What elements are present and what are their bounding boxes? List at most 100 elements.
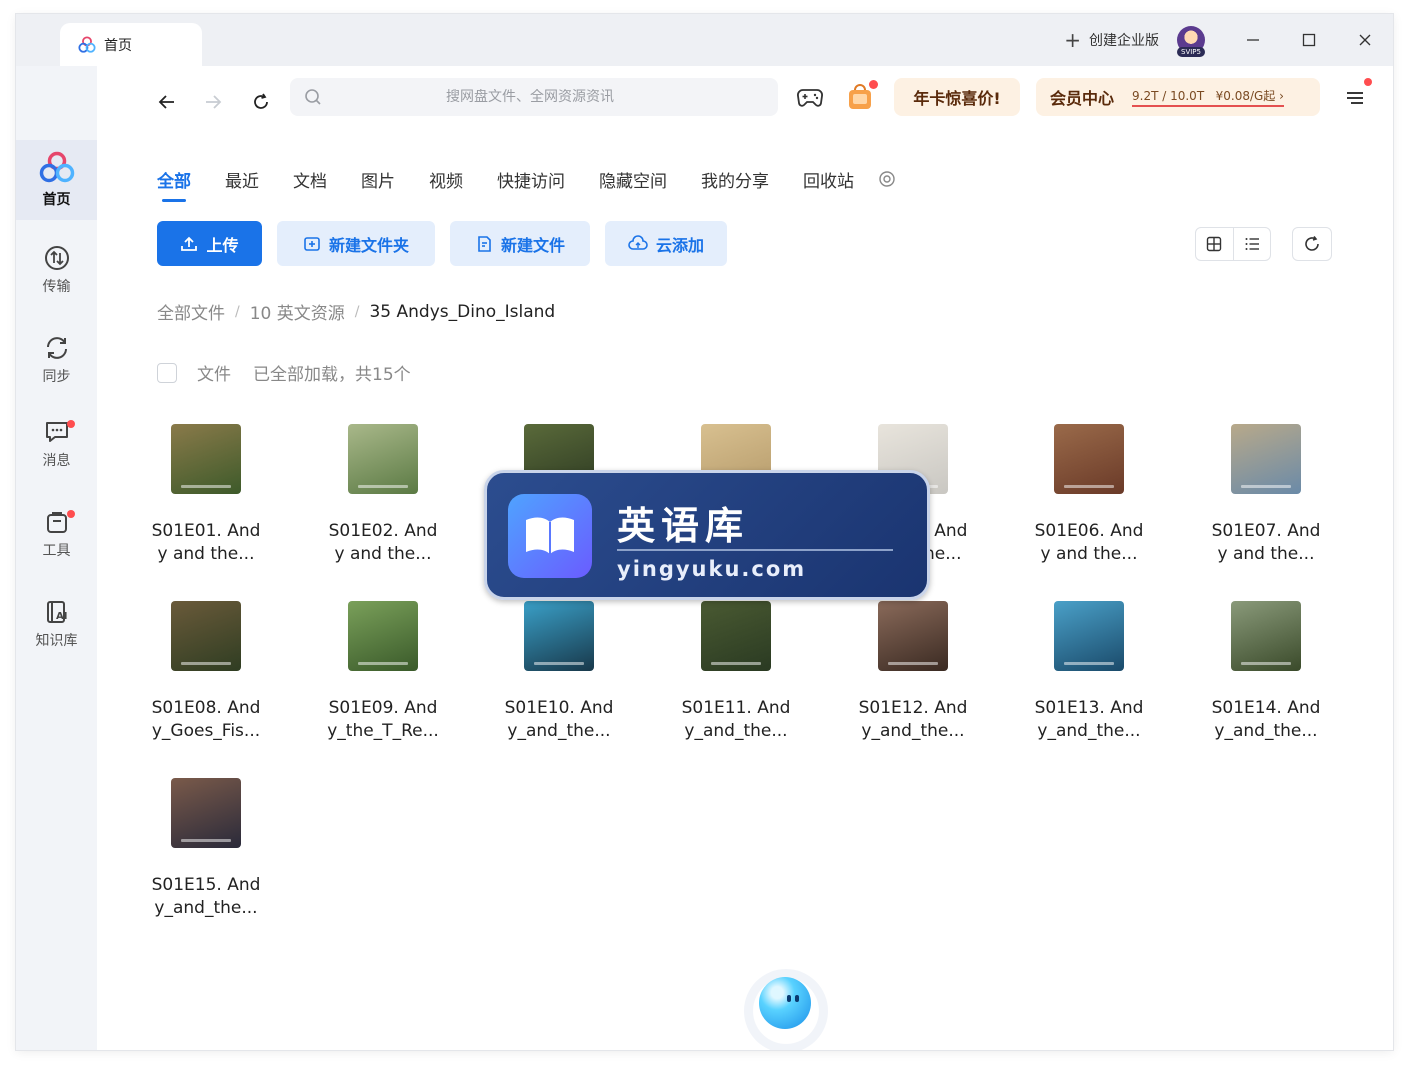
game-button[interactable] <box>794 82 826 114</box>
video-thumbnail <box>171 778 241 848</box>
list-view-icon <box>1245 238 1259 250</box>
load-status: 已全部加载，共15个 <box>253 365 411 385</box>
refresh-nav-button[interactable] <box>245 82 277 122</box>
file-item[interactable]: S01E13. And y_and_the... <box>1029 601 1149 743</box>
new-file-button[interactable]: 新建文件 <box>450 221 590 266</box>
sidebar-item-label: 消息 <box>42 453 71 469</box>
search-input[interactable] <box>322 89 778 105</box>
menu-icon <box>1347 92 1363 104</box>
select-all-checkbox[interactable] <box>157 362 177 383</box>
sidebar-item-knowledge[interactable]: AI 知识库 <box>16 584 97 664</box>
sidebar-item-home[interactable]: 首页 <box>16 140 97 220</box>
sync-icon <box>46 337 67 359</box>
notification-dot <box>67 420 75 428</box>
tab-home[interactable]: 首页 <box>60 23 202 66</box>
cloud-upload-icon <box>628 234 648 250</box>
tab-my-shares[interactable]: 我的分享 <box>701 167 769 192</box>
file-item[interactable]: S01E06. And y and the... <box>1029 424 1149 566</box>
file-item[interactable]: S01E14. And y_and_the... <box>1206 601 1326 743</box>
storage-usage: 9.2T / 10.0T ¥0.08/G起 › <box>1132 87 1284 107</box>
video-thumbnail <box>348 601 418 671</box>
minimize-button[interactable] <box>1225 14 1281 66</box>
file-name: S01E06. And y and the... <box>1034 521 1144 564</box>
notification-dot <box>67 510 75 518</box>
tab-recent[interactable]: 最近 <box>225 167 259 192</box>
file-name: S01E15. And y_and_the... <box>151 875 261 918</box>
video-thumbnail <box>1231 601 1301 671</box>
menu-button[interactable] <box>1340 78 1372 114</box>
breadcrumb: 全部文件 / 10 英文资源 / 35 Andys_Dino_Island <box>157 299 555 325</box>
watermark-title: 英语库 <box>617 504 750 548</box>
file-name: S01E07. And y and the... <box>1211 521 1321 564</box>
category-tabs: 全部 最近 文档 图片 视频 快捷访问 隐藏空间 我的分享 回收站 <box>157 164 896 202</box>
video-thumbnail <box>1054 424 1124 494</box>
notification-dot <box>869 80 878 89</box>
tab-settings-icon[interactable] <box>878 170 896 188</box>
file-header-label: 文件 <box>197 365 231 385</box>
sidebar-item-transfer[interactable]: 传输 <box>16 230 97 310</box>
forward-button[interactable] <box>197 82 229 122</box>
grid-view-icon <box>1207 236 1222 252</box>
maximize-button[interactable] <box>1281 14 1337 66</box>
video-thumbnail <box>348 424 418 494</box>
file-list-header: 文件 已全部加载，共15个 <box>157 360 411 385</box>
avatar[interactable]: SVIP5 <box>1177 26 1205 57</box>
file-item[interactable]: S01E10. And y_and_the... <box>499 601 619 743</box>
tab-images[interactable]: 图片 <box>361 167 395 192</box>
file-item[interactable]: S01E09. And y_the_T_Re... <box>323 601 443 743</box>
upload-icon <box>181 236 198 251</box>
notification-dot <box>1364 78 1372 86</box>
cloud-add-button[interactable]: 云添加 <box>605 221 727 266</box>
file-item[interactable]: S01E08. And y_Goes_Fis... <box>146 601 266 743</box>
refresh-button[interactable] <box>1292 227 1332 261</box>
video-thumbnail <box>524 601 594 671</box>
tab-all[interactable]: 全部 <box>157 167 191 202</box>
tab-videos[interactable]: 视频 <box>429 167 463 192</box>
file-item[interactable]: S01E07. And y and the... <box>1206 424 1326 566</box>
grid-view-button[interactable] <box>1196 228 1234 260</box>
file-item[interactable]: S01E01. And y and the... <box>146 424 266 566</box>
arrow-right-icon <box>206 95 222 109</box>
file-item[interactable]: S01E02. And y and the... <box>323 424 443 566</box>
close-icon <box>1359 34 1371 46</box>
sidebar-item-tools[interactable]: 工具 <box>16 494 97 574</box>
maximize-icon <box>1302 33 1316 47</box>
search-bar[interactable] <box>290 78 778 116</box>
file-name: S01E02. And y and the... <box>328 521 438 564</box>
new-folder-button[interactable]: 新建文件夹 <box>277 221 435 266</box>
video-thumbnail <box>171 424 241 494</box>
sidebar: 首页 传输 同步 消息 工具 AI 知识库 <box>16 66 97 1050</box>
refresh-icon <box>1305 236 1319 251</box>
tab-quick-access[interactable]: 快捷访问 <box>497 167 565 192</box>
breadcrumb-parent[interactable]: 10 英文资源 <box>250 299 345 324</box>
sidebar-item-sync[interactable]: 同步 <box>16 320 97 400</box>
create-enterprise-button[interactable]: + 创建企业版 <box>1064 28 1159 52</box>
plus-icon: + <box>1064 28 1081 52</box>
sidebar-item-label: 首页 <box>42 192 71 208</box>
file-item[interactable]: S01E11. And y_and_the... <box>676 601 796 743</box>
watermark-banner: 英语库 yingyuku.com <box>484 470 930 600</box>
annual-promo-button[interactable]: 年卡惊喜价! <box>894 78 1020 116</box>
file-item[interactable]: S01E15. And y_and_the... <box>146 778 266 920</box>
list-view-button[interactable] <box>1234 228 1271 260</box>
view-toggle <box>1195 227 1271 261</box>
tab-hidden-space[interactable]: 隐藏空间 <box>599 167 667 192</box>
transfer-icon <box>44 246 69 270</box>
search-icon <box>305 89 321 105</box>
sidebar-item-messages[interactable]: 消息 <box>16 404 97 484</box>
file-item[interactable]: S01E12. And y_and_the... <box>853 601 973 743</box>
tab-documents[interactable]: 文档 <box>293 167 327 192</box>
gift-button[interactable] <box>845 80 879 114</box>
breadcrumb-root[interactable]: 全部文件 <box>157 299 225 324</box>
upload-button[interactable]: 上传 <box>157 221 262 266</box>
minimize-icon <box>1247 39 1259 41</box>
title-bar: 首页 + 创建企业版 SVIP5 <box>16 14 1393 66</box>
tab-recycle-bin[interactable]: 回收站 <box>803 167 854 192</box>
vip-center-button[interactable]: 会员中心 9.2T / 10.0T ¥0.08/G起 › <box>1036 78 1320 116</box>
assistant-bubble[interactable] <box>744 969 828 1050</box>
svg-text:AI: AI <box>56 611 67 622</box>
close-button[interactable] <box>1337 14 1393 66</box>
new-file-icon <box>478 235 491 252</box>
app-logo-icon <box>39 151 74 183</box>
back-button[interactable] <box>151 82 183 122</box>
